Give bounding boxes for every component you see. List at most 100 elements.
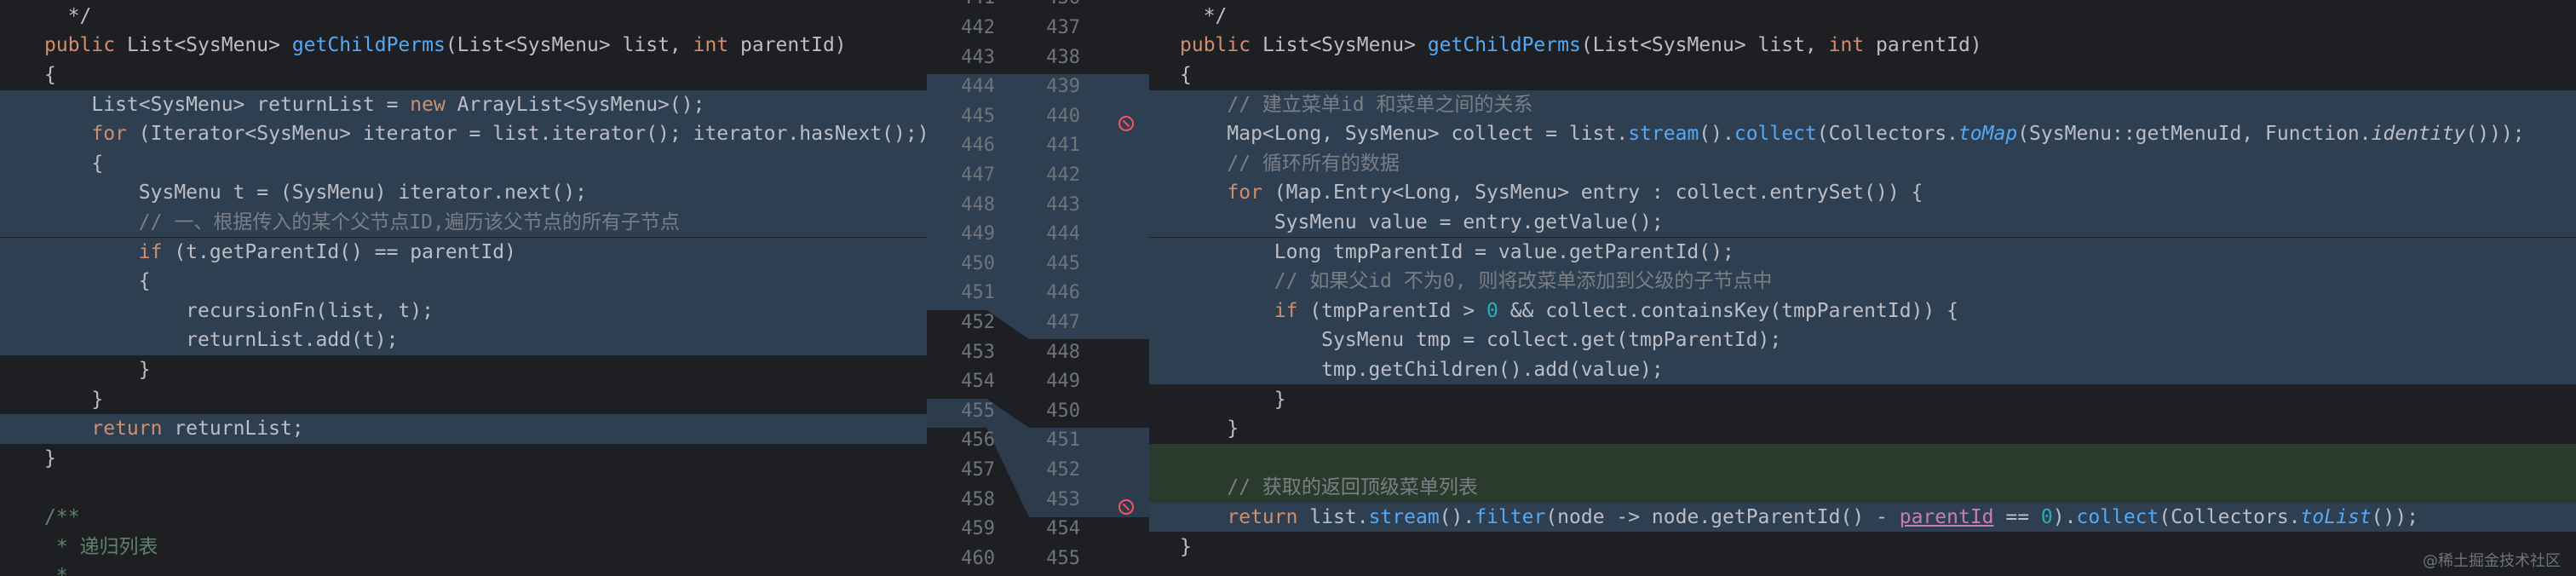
left-line-number: 447 xyxy=(961,164,995,186)
left-code-line[interactable]: { xyxy=(0,267,927,297)
right-line-number: 454 xyxy=(1046,518,1080,540)
right-line-number: 436 xyxy=(1012,0,1080,14)
left-line-number: 445 xyxy=(961,105,995,127)
left-code-line[interactable]: if (t.getParentId() == parentId) xyxy=(0,237,927,268)
code-token: parentId xyxy=(1899,505,1994,528)
right-code-line[interactable]: for (Map.Entry<Long, SysMenu> entry : co… xyxy=(1149,178,2576,208)
right-code-line[interactable]: // 如果父id 不为0, 则将改菜单添加到父级的子节点中 xyxy=(1149,267,2576,297)
right-code-text: // 循环所有的数据 xyxy=(1180,149,1400,179)
left-code-text: if (t.getParentId() == parentId) xyxy=(138,240,516,263)
left-code-line[interactable]: for (Iterator<SysMenu> iterator = list.i… xyxy=(0,119,927,149)
right-line-number: 455 xyxy=(1046,547,1080,569)
right-code-line[interactable]: } xyxy=(1149,414,2576,444)
left-line-number: 455 xyxy=(961,400,995,422)
right-code-text: public List<SysMenu> getChildPerms(List<… xyxy=(1180,34,1982,57)
right-code-text: } xyxy=(1180,388,1286,411)
left-line-number: 452 xyxy=(961,312,995,333)
right-editor-pane[interactable]: */ public List<SysMenu> getChildPerms(Lis… xyxy=(1149,0,2576,576)
right-code-line[interactable]: } xyxy=(1149,385,2576,415)
left-code-line[interactable]: } xyxy=(0,385,927,415)
left-code-line[interactable]: return returnList; xyxy=(0,414,927,444)
watermark-text: @稀土掘金技术社区 xyxy=(2423,552,2561,570)
left-code-text: // 一、根据传入的某个父节点ID,遍历该父节点的所有子节点 xyxy=(44,208,680,238)
left-line-number: 441 xyxy=(927,0,995,14)
right-code-line[interactable]: SysMenu value = entry.getValue(); xyxy=(1149,207,2576,238)
right-code-text: { xyxy=(1180,63,1192,86)
code-token: public xyxy=(44,34,116,57)
code-token: // 如果父id 不为0, 则将改菜单添加到父级的子节点中 xyxy=(1274,270,1773,293)
left-code-line[interactable]: } xyxy=(0,355,927,385)
left-code-text: { xyxy=(44,152,104,175)
left-code-line[interactable]: returnList.add(t); xyxy=(0,325,927,355)
code-token: collect xyxy=(1734,123,1817,146)
right-code-text: */ xyxy=(1180,4,1228,27)
code-token: if xyxy=(1274,299,1298,322)
left-code-text: recursionFn(list, t); xyxy=(44,299,434,322)
right-code-text: } xyxy=(1180,418,1239,441)
left-code-line[interactable]: { xyxy=(0,60,927,90)
left-code-text: returnList.add(t); xyxy=(44,329,399,352)
left-code-line[interactable]: List<SysMenu> returnList = new ArrayList… xyxy=(0,89,927,120)
left-code-line[interactable] xyxy=(0,473,927,503)
right-line-number: 438 xyxy=(1046,46,1080,68)
right-code-line[interactable]: Map<Long, SysMenu> collect = list.stream… xyxy=(1149,119,2576,149)
left-code-line[interactable]: /** xyxy=(0,503,927,533)
right-code-line[interactable]: { xyxy=(1149,60,2576,90)
right-line-number: 451 xyxy=(1046,429,1080,452)
left-line-number: 453 xyxy=(961,341,995,363)
code-token: for xyxy=(91,123,127,146)
code-token: 0 xyxy=(1486,299,1498,322)
left-code-line[interactable]: SysMenu t = (SysMenu) iterator.next(); xyxy=(0,178,927,208)
left-code-line[interactable]: * 递归列表 xyxy=(0,533,927,562)
left-code-text: return returnList; xyxy=(91,418,304,441)
conflict-marker-icon[interactable] xyxy=(1118,498,1134,515)
right-code-line[interactable]: // 循环所有的数据 xyxy=(1149,148,2576,179)
left-code-line[interactable]: * xyxy=(0,562,927,576)
left-line-number: 458 xyxy=(961,488,995,510)
left-code-text: } xyxy=(44,446,56,469)
right-code-line[interactable]: SysMenu tmp = collect.get(tmpParentId); xyxy=(1149,325,2576,355)
left-line-number: 449 xyxy=(961,223,995,245)
conflict-marker-icon[interactable] xyxy=(1118,116,1134,132)
right-code-line[interactable]: public List<SysMenu> getChildPerms(List<… xyxy=(1149,31,2576,60)
left-editor-pane[interactable]: */ public List<SysMenu> getChildPerms(Lis… xyxy=(0,0,927,576)
left-line-number: 450 xyxy=(961,252,995,274)
right-code-line[interactable]: // 获取的返回顶级菜单列表 xyxy=(1149,473,2576,503)
right-line-number: 441 xyxy=(1046,135,1080,157)
code-token: stream xyxy=(1628,123,1699,146)
right-line-number: 450 xyxy=(1046,400,1080,422)
left-code-line[interactable]: */ xyxy=(0,2,927,32)
left-code-line[interactable]: public List<SysMenu> getChildPerms(List<… xyxy=(0,31,927,60)
left-code-text: * 递归列表 xyxy=(44,533,158,562)
code-token: if xyxy=(138,240,163,263)
left-code-text: public List<SysMenu> getChildPerms(List<… xyxy=(44,34,847,57)
left-code-line[interactable]: } xyxy=(0,444,927,474)
code-token: stream xyxy=(1368,505,1440,528)
left-code-text: for (Iterator<SysMenu> iterator = list.i… xyxy=(91,123,927,146)
right-code-line[interactable]: if (tmpParentId > 0 && collect.containsK… xyxy=(1149,296,2576,326)
code-token: int xyxy=(693,34,729,57)
right-code-text: if (tmpParentId > 0 && collect.containsK… xyxy=(1274,299,1958,322)
right-code-line[interactable]: // 建立菜单id 和菜单之间的关系 xyxy=(1149,89,2576,120)
code-token: * xyxy=(44,565,68,576)
right-code-text: // 获取的返回顶级菜单列表 xyxy=(1180,473,1478,503)
right-code-text: SysMenu tmp = collect.get(tmpParentId); xyxy=(1180,329,1782,352)
right-code-line[interactable]: Long tmpParentId = value.getParentId(); xyxy=(1149,237,2576,268)
left-code-text: } xyxy=(44,388,104,411)
left-line-number: 459 xyxy=(961,518,995,540)
right-line-number: 453 xyxy=(1046,488,1080,510)
right-code-line[interactable]: */ xyxy=(1149,2,2576,32)
left-code-line[interactable]: recursionFn(list, t); xyxy=(0,296,927,326)
right-code-line[interactable]: return list.stream().filter(node -> node… xyxy=(1149,502,2576,533)
left-line-number: 460 xyxy=(961,547,995,569)
right-code-line[interactable]: tmp.getChildren().add(value); xyxy=(1149,354,2576,385)
left-code-line[interactable]: { xyxy=(0,148,927,179)
right-code-line[interactable]: } xyxy=(1149,533,2576,562)
left-code-line[interactable]: // 一、根据传入的某个父节点ID,遍历该父节点的所有子节点 xyxy=(0,207,927,238)
right-code-text: tmp.getChildren().add(value); xyxy=(1180,358,1664,381)
right-code-text: // 建立菜单id 和菜单之间的关系 xyxy=(1180,90,1532,120)
right-code-line[interactable] xyxy=(1149,443,2576,474)
right-line-number: 444 xyxy=(1046,223,1080,245)
code-token: // 获取的返回顶级菜单列表 xyxy=(1227,476,1478,499)
left-code-text: */ xyxy=(44,4,92,27)
